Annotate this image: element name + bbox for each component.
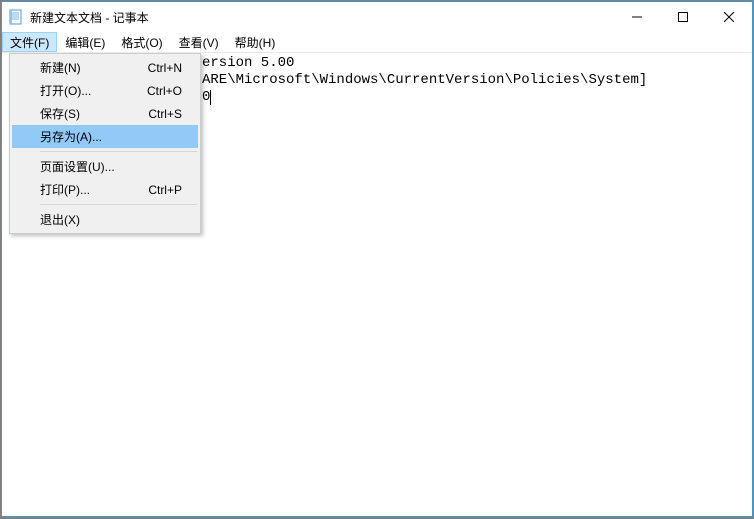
menu-item-label: 新建(N) bbox=[40, 59, 81, 76]
text-caret bbox=[210, 90, 211, 105]
maximize-button[interactable] bbox=[660, 2, 706, 32]
close-icon bbox=[724, 12, 734, 22]
menu-help[interactable]: 帮助(H) bbox=[227, 32, 284, 52]
notepad-icon bbox=[8, 9, 24, 25]
menu-item-label: 打开(O)... bbox=[40, 82, 91, 99]
menu-item-accelerator: Ctrl+N bbox=[148, 61, 182, 75]
menu-item-accelerator: Ctrl+O bbox=[147, 84, 182, 98]
menu-item-exit[interactable]: 退出(X) bbox=[12, 208, 198, 231]
notepad-window: 新建文本文档 - 记事本 文件(F) 编辑(E) 格式(O) 查看(V) 帮助(… bbox=[1, 1, 753, 517]
close-button[interactable] bbox=[706, 2, 752, 32]
menu-edit[interactable]: 编辑(E) bbox=[57, 32, 113, 52]
window-title: 新建文本文档 - 记事本 bbox=[30, 9, 614, 26]
menu-item-label: 打印(P)... bbox=[40, 181, 90, 198]
menu-item-new[interactable]: 新建(N) Ctrl+N bbox=[12, 56, 198, 79]
menu-item-save-as[interactable]: 另存为(A)... bbox=[12, 125, 198, 148]
menu-format[interactable]: 格式(O) bbox=[113, 32, 170, 52]
menu-item-accelerator: Ctrl+S bbox=[148, 107, 182, 121]
menu-file[interactable]: 文件(F) bbox=[2, 32, 57, 52]
menu-item-label: 退出(X) bbox=[40, 211, 80, 228]
menu-separator bbox=[40, 204, 197, 205]
menubar: 文件(F) 编辑(E) 格式(O) 查看(V) 帮助(H) bbox=[2, 32, 752, 53]
minimize-icon bbox=[632, 12, 642, 22]
menu-item-page-setup[interactable]: 页面设置(U)... bbox=[12, 155, 198, 178]
window-controls bbox=[614, 2, 752, 32]
file-dropdown-menu: 新建(N) Ctrl+N 打开(O)... Ctrl+O 保存(S) Ctrl+… bbox=[9, 53, 201, 234]
titlebar[interactable]: 新建文本文档 - 记事本 bbox=[2, 2, 752, 32]
editor-line-3: 0 bbox=[202, 89, 210, 105]
minimize-button[interactable] bbox=[614, 2, 660, 32]
maximize-icon bbox=[678, 12, 688, 22]
menu-separator bbox=[40, 151, 197, 152]
content-area: ersion 5.00 ARE\Microsoft\Windows\Curren… bbox=[2, 53, 752, 516]
menu-item-label: 页面设置(U)... bbox=[40, 158, 115, 175]
menu-view[interactable]: 查看(V) bbox=[171, 32, 227, 52]
menu-item-print[interactable]: 打印(P)... Ctrl+P bbox=[12, 178, 198, 201]
menu-item-save[interactable]: 保存(S) Ctrl+S bbox=[12, 102, 198, 125]
menu-item-accelerator: Ctrl+P bbox=[148, 183, 182, 197]
menu-item-label: 保存(S) bbox=[40, 105, 80, 122]
menu-item-label: 另存为(A)... bbox=[40, 128, 102, 145]
menu-item-open[interactable]: 打开(O)... Ctrl+O bbox=[12, 79, 198, 102]
